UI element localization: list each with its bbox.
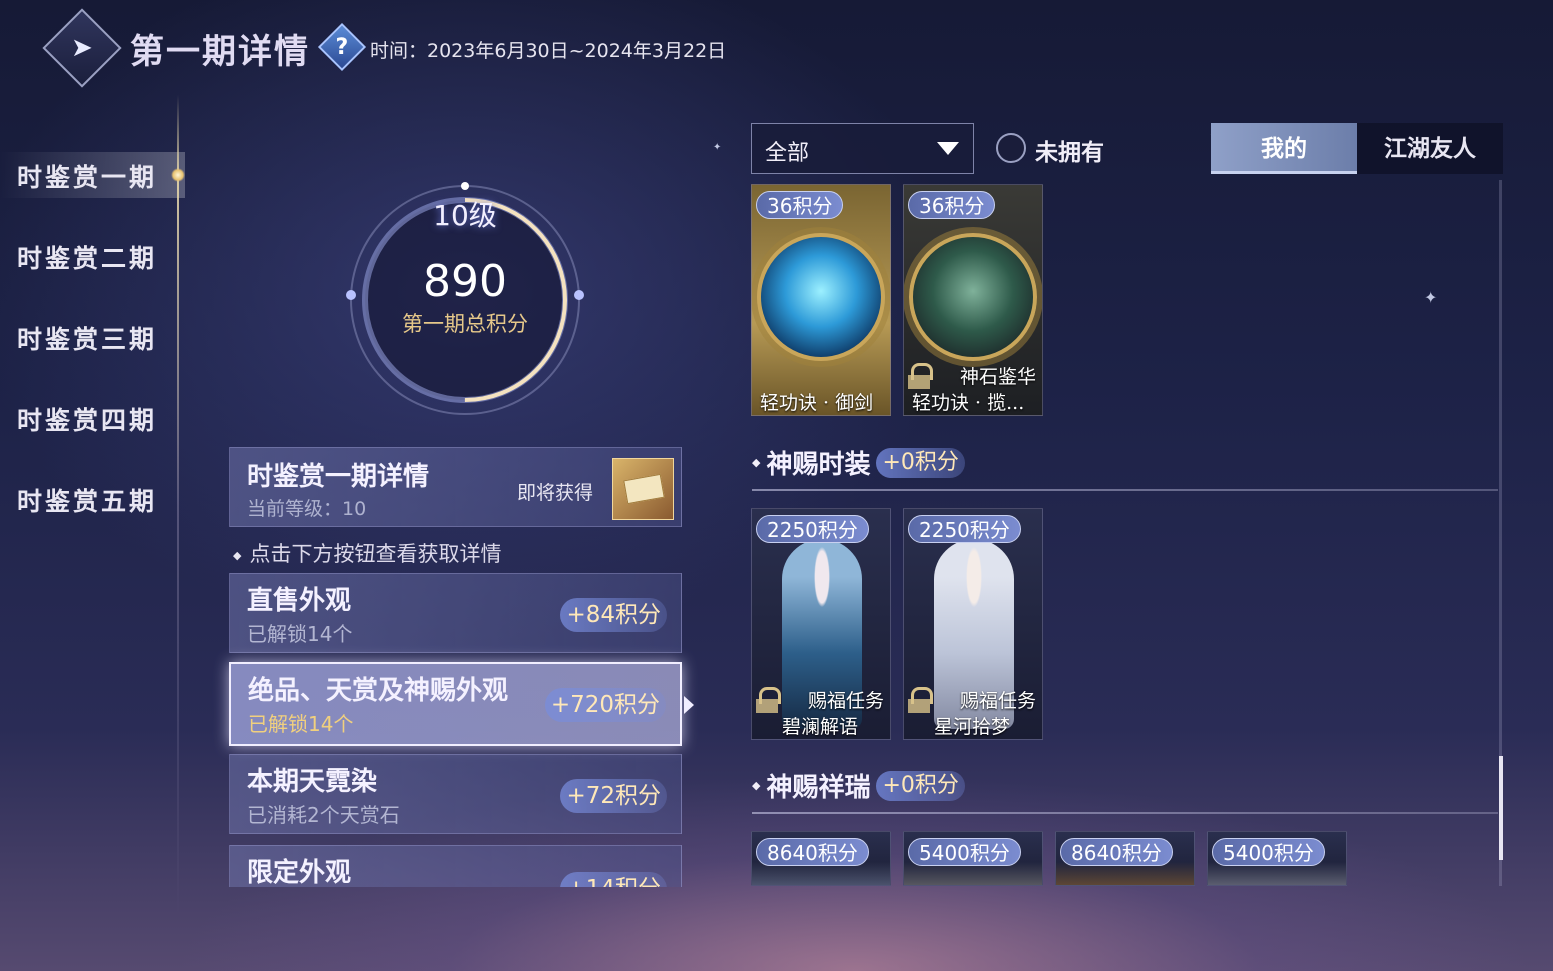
item-card[interactable]: 2250积分 赐福任务 碧澜解语 [751, 508, 891, 740]
item-points-tag: 5400积分 [1212, 838, 1325, 866]
unowned-label[interactable]: 未拥有 [1035, 133, 1104, 167]
time-range-label: 时间：2023年6月30日~2024年3月22日 [370, 40, 727, 62]
active-tab-glow [171, 168, 185, 182]
lock-icon [908, 363, 933, 389]
filter-dropdown[interactable]: 全部 [751, 123, 974, 174]
tab-divider [177, 95, 179, 915]
tab-friends[interactable]: 江湖友人 [1357, 123, 1503, 174]
qinggong-medal-icon [909, 233, 1037, 361]
back-icon: ➤ [71, 32, 93, 63]
category-title: 本期天霓染 [247, 767, 378, 797]
tab-period-5[interactable]: 时鉴赏五期 [17, 482, 157, 518]
item-source: 赐福任务 [807, 690, 884, 712]
back-button[interactable]: ➤ [42, 8, 122, 88]
unowned-checkbox[interactable] [996, 133, 1026, 163]
item-card[interactable]: 36积分 轻功诀 · 御剑 [751, 184, 891, 416]
category-points: +84积分 [560, 598, 667, 632]
bullet-icon: ◆ [752, 456, 761, 469]
total-score-label: 第一期总积分 [402, 312, 528, 336]
sparkle-decoration: ✦ [1424, 288, 1438, 307]
section-header-outfit: ◆ 神赐时装 +0积分 [752, 444, 965, 481]
item-points-tag: 8640积分 [756, 838, 869, 866]
tab-period-1[interactable]: 时鉴赏一期 [17, 158, 157, 194]
caret-down-icon [937, 142, 959, 155]
item-card[interactable]: 8640积分 [751, 831, 891, 886]
item-name: 星河拾梦 [934, 716, 1011, 738]
header: ➤ 第一期详情 ? 时间：2023年6月30日~2024年3月22日 [0, 0, 1553, 95]
tab-period-4[interactable]: 时鉴赏四期 [17, 401, 157, 437]
period-detail-card[interactable]: 时鉴赏一期详情 当前等级：10 即将获得 [229, 447, 682, 527]
item-card[interactable]: 5400积分 [1207, 831, 1347, 886]
filter-value: 全部 [765, 141, 810, 166]
item-name: 碧澜解语 [782, 716, 859, 738]
current-level-text: 当前等级：10 [247, 498, 367, 520]
category-title: 限定外观 [247, 858, 352, 887]
view-tabs: 我的 江湖友人 [1211, 123, 1503, 174]
sparkle-decoration: ✦ [713, 142, 722, 153]
help-icon[interactable]: ? [317, 22, 367, 72]
category-row-direct-sale[interactable]: 直售外观 已解锁14个 +84积分 [229, 573, 682, 653]
total-score: 890 [423, 256, 507, 307]
item-source: 神石鉴华 [959, 366, 1036, 388]
category-subtitle: 已消耗2个天赏石 [247, 803, 400, 827]
detail-title: 时鉴赏一期详情 [247, 462, 430, 492]
item-name: 轻功诀 · 御剑 [760, 392, 874, 414]
item-points-tag: 2250积分 [908, 515, 1021, 543]
lock-icon [908, 687, 933, 713]
item-points-tag: 8640积分 [1060, 838, 1173, 866]
section-title: 神赐时装 [766, 450, 871, 480]
category-points: +720积分 [544, 688, 666, 722]
item-points-tag: 36积分 [908, 191, 996, 219]
item-card[interactable]: 2250积分 赐福任务 星河拾梦 [903, 508, 1043, 740]
item-points-tag: 2250积分 [756, 515, 869, 543]
level-label: 10级 [433, 199, 497, 232]
item-points-tag: 36积分 [756, 191, 844, 219]
section-title: 神赐祥瑞 [766, 773, 871, 803]
category-list-clip: 限定外观 +14积分 [225, 842, 695, 887]
lock-icon [756, 687, 781, 713]
item-card[interactable]: 8640积分 [1055, 831, 1195, 886]
category-title: 直售外观 [247, 586, 352, 616]
item-source: 赐福任务 [959, 690, 1036, 712]
level-ring: 10级 890 第一期总积分 [345, 180, 585, 420]
category-row-dye[interactable]: 本期天霓染 已消耗2个天赏石 +72积分 [229, 754, 682, 834]
section-points: +0积分 [876, 770, 965, 801]
section-points: +0积分 [876, 447, 965, 478]
hint-text: 点击下方按钮查看获取详情 [233, 538, 501, 568]
tab-period-3[interactable]: 时鉴赏三期 [17, 320, 157, 356]
bullet-icon: ◆ [752, 779, 761, 792]
item-name: 轻功诀 · 揽... [912, 392, 1025, 414]
section-header-auspice: ◆ 神赐祥瑞 +0积分 [752, 767, 965, 804]
scrollbar-thumb[interactable] [1499, 756, 1503, 860]
item-card[interactable]: 5400积分 [903, 831, 1043, 886]
category-subtitle: 已解锁14个 [247, 622, 353, 646]
item-points-tag: 5400积分 [908, 838, 1021, 866]
category-points: +72积分 [560, 779, 667, 813]
category-row-premium[interactable]: 绝品、天赏及神赐外观 已解锁14个 +720积分 [229, 662, 682, 746]
section-divider [752, 812, 1498, 814]
selected-row-arrow [684, 696, 694, 714]
category-title: 绝品、天赏及神赐外观 [248, 676, 509, 706]
section-divider [752, 489, 1498, 491]
reward-icon[interactable] [612, 458, 674, 520]
category-row-limited[interactable]: 限定外观 +14积分 [229, 845, 682, 887]
qinggong-medal-icon [757, 233, 885, 361]
tab-mine[interactable]: 我的 [1211, 123, 1357, 174]
category-subtitle: 已解锁14个 [248, 712, 354, 736]
category-points: +14积分 [560, 872, 667, 887]
upcoming-reward-label: 即将获得 [517, 482, 594, 504]
tab-period-2[interactable]: 时鉴赏二期 [17, 239, 157, 275]
page-title: 第一期详情 [130, 32, 310, 72]
item-card[interactable]: 36积分 神石鉴华 轻功诀 · 揽... [903, 184, 1043, 416]
